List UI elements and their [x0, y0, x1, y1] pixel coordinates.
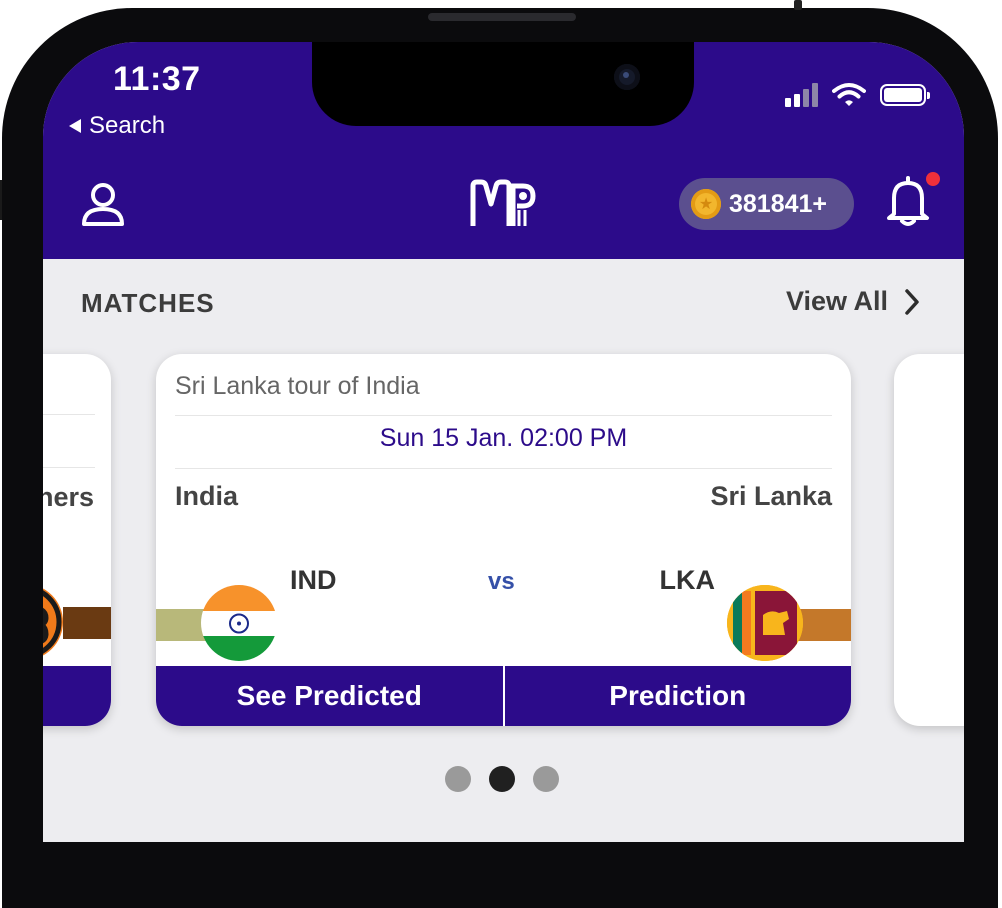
wifi-icon	[832, 83, 866, 106]
page-dot[interactable]	[533, 766, 559, 792]
status-time: 11:37	[113, 60, 201, 98]
match-card[interactable]: Sri Lanka tour of India Sun 15 Jan. 02:0…	[156, 354, 851, 726]
cellular-signal-icon	[785, 83, 818, 107]
team2-name: Sri Lanka	[710, 481, 832, 511]
team-color-band	[63, 607, 111, 639]
matches-title: MATCHES	[81, 288, 215, 318]
back-to-search-link[interactable]: Search	[69, 112, 165, 140]
team1-code: IND	[290, 565, 337, 595]
team2-code: LKA	[659, 565, 716, 595]
coin-icon: ★	[691, 189, 721, 219]
team-logo-icon	[43, 584, 63, 660]
tour-name: Sri Lanka tour of India	[175, 372, 420, 400]
sri-lanka-flag-icon	[727, 585, 803, 661]
team1-name: India	[175, 481, 239, 511]
notification-badge	[926, 172, 940, 186]
match-card-previous[interactable]: ners	[43, 354, 111, 726]
versus-label: vs	[488, 568, 515, 595]
status-icons	[785, 82, 930, 108]
coin-balance-pill[interactable]: ★ 381841+	[679, 178, 854, 230]
match-datetime: Sun 15 Jan. 02:00 PM	[379, 424, 628, 452]
carousel-pagination	[445, 766, 559, 792]
team2-color-band	[796, 609, 851, 641]
view-all-link[interactable]: View All	[786, 286, 920, 317]
battery-icon	[880, 84, 930, 106]
prediction-button[interactable]: Prediction	[505, 666, 852, 726]
antenna-notch	[794, 0, 802, 10]
coin-balance: 381841+	[729, 189, 828, 218]
view-all-label: View All	[785, 286, 888, 316]
profile-button[interactable]	[79, 180, 127, 228]
team-name-fragment: ners	[43, 482, 94, 512]
front-camera	[614, 64, 640, 90]
back-arrow-icon	[69, 119, 81, 133]
card-divider	[43, 414, 95, 415]
app-logo	[467, 178, 537, 230]
speaker-grille	[428, 13, 576, 21]
page-dot[interactable]	[445, 766, 471, 792]
match-card-next[interactable]	[894, 354, 964, 726]
page-dot-active[interactable]	[489, 766, 515, 792]
phone-frame: 11:37 Search ★ 381841+ MATCHES View All …	[0, 0, 1002, 908]
app-header: 11:37 Search ★ 381841+	[43, 42, 964, 259]
user-icon	[82, 183, 124, 226]
card-actions: See Predicted Prediction	[156, 666, 851, 726]
card-divider	[43, 467, 95, 468]
card-divider	[175, 415, 832, 416]
mp-logo-icon	[470, 179, 536, 226]
india-flag-icon	[201, 585, 277, 661]
bell-icon	[887, 176, 929, 226]
card-divider	[175, 468, 832, 469]
see-predicted-button[interactable]: See Predicted	[156, 666, 503, 726]
chevron-right-icon	[905, 288, 919, 315]
app-screen: 11:37 Search ★ 381841+ MATCHES View All …	[43, 42, 964, 842]
camera-notch	[312, 42, 694, 126]
back-label: Search	[89, 112, 166, 139]
card-button-bar	[43, 666, 111, 726]
